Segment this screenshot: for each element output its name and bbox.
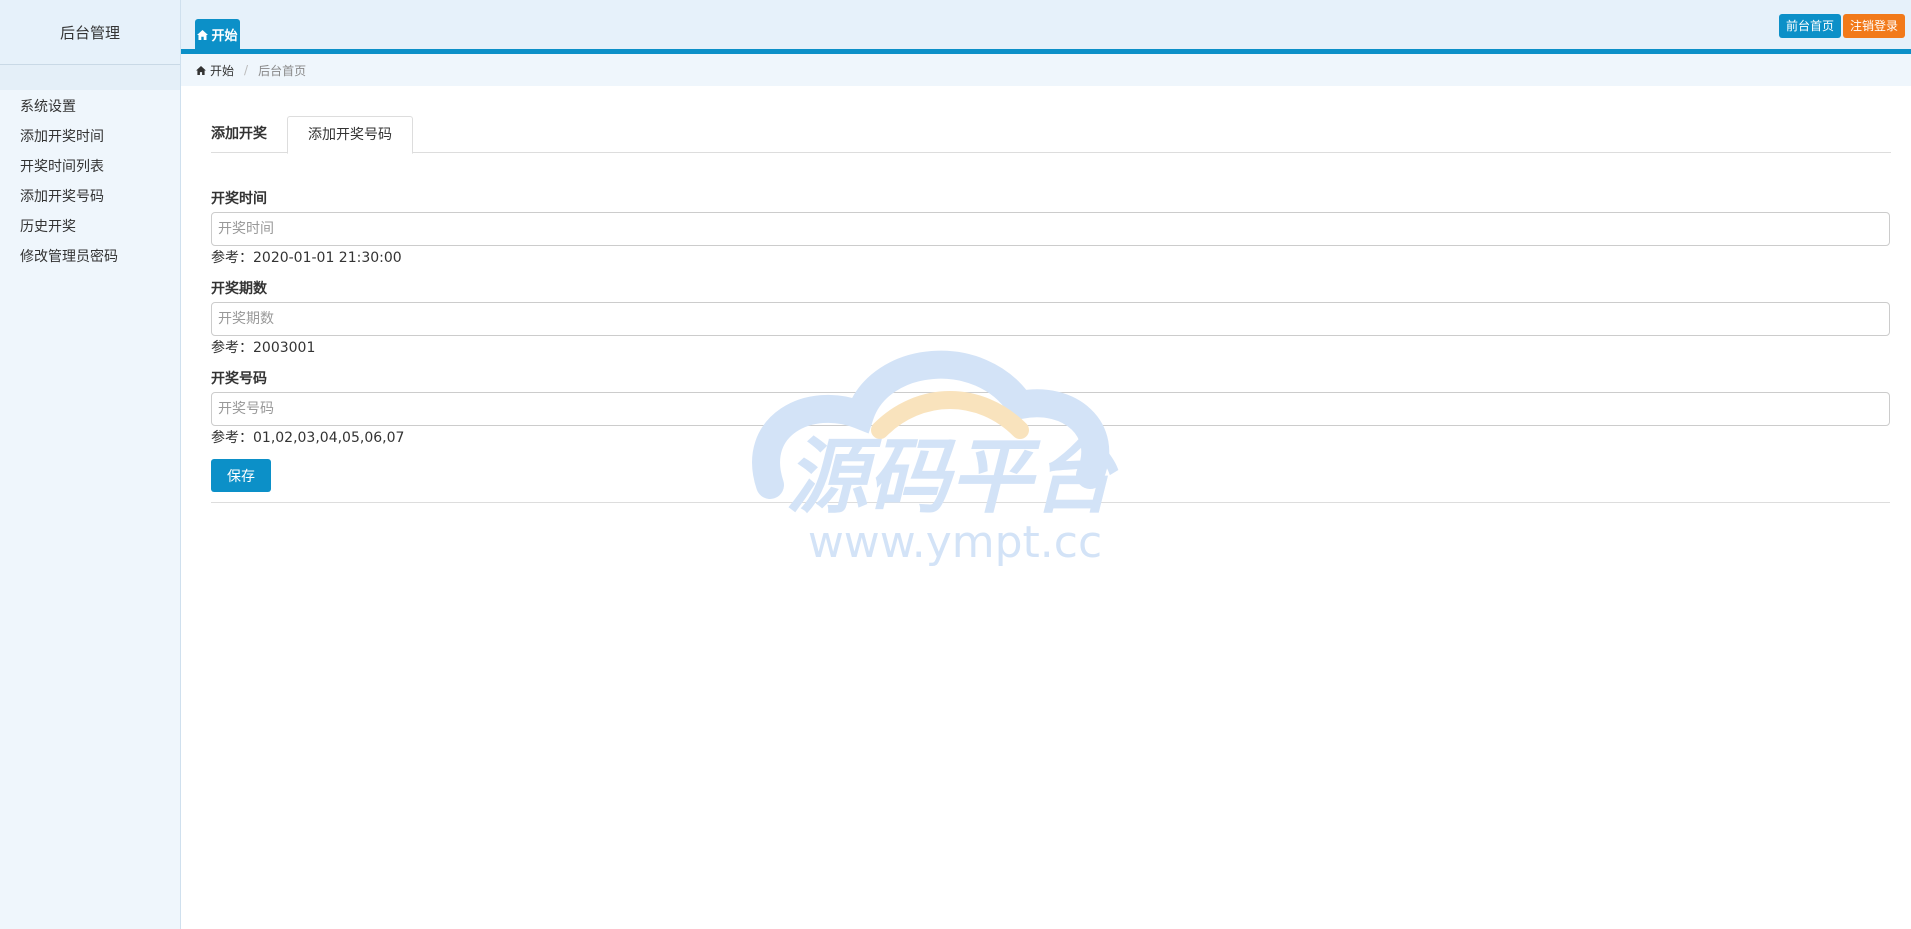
sidebar-item-draw-time-list[interactable]: 开奖时间列表 [0,152,180,182]
top-bar: 开始 前台首页 注销登录 [181,0,1911,54]
home-icon [197,29,209,40]
draw-time-hint: 参考：2020-01-01 21:30:00 [211,250,402,266]
sidebar-item-change-admin-password[interactable]: 修改管理员密码 [0,242,180,272]
breadcrumb-home[interactable]: 开始 [196,62,234,79]
sidebar-item-draw-history[interactable]: 历史开奖 [0,212,180,242]
draw-period-label: 开奖期数 [211,281,267,297]
breadcrumb-current: 后台首页 [258,63,307,78]
tab-add-draw-number[interactable]: 添加开奖号码 [287,116,413,154]
tab-start[interactable]: 开始 [195,19,240,50]
logout-button[interactable]: 注销登录 [1842,14,1905,38]
tab-start-label: 开始 [211,29,238,44]
main-content: 添加开奖 添加开奖号码 开奖时间 参考：2020-01-01 21:30:00 … [211,116,1891,503]
breadcrumb-separator: / [244,63,249,77]
breadcrumb: 开始 / 后台首页 [181,54,1911,86]
front-home-button[interactable]: 前台首页 [1778,14,1841,38]
draw-period-hint: 参考：2003001 [211,340,316,356]
sidebar-item-add-draw-time[interactable]: 添加开奖时间 [0,122,180,152]
home-icon [196,65,206,75]
draw-period-input[interactable] [211,302,1890,336]
draw-number-input[interactable] [211,392,1890,426]
sidebar-spacer [0,65,180,90]
watermark-url: www.ympt.cc [808,517,1102,568]
tab-add-draw[interactable]: 添加开奖 [211,116,267,154]
draw-number-label: 开奖号码 [211,371,267,387]
draw-time-input[interactable] [211,212,1890,246]
draw-number-hint: 参考：01,02,03,04,05,06,07 [211,430,405,446]
sidebar-menu: 系统设置 添加开奖时间 开奖时间列表 添加开奖号码 历史开奖 修改管理员密码 [0,90,180,272]
form-tabs: 添加开奖 添加开奖号码 [211,116,1891,154]
sidebar-item-system-settings[interactable]: 系统设置 [0,92,180,122]
save-button[interactable]: 保存 [211,459,271,492]
breadcrumb-home-label: 开始 [210,63,235,78]
sidebar: 后台管理 系统设置 添加开奖时间 开奖时间列表 添加开奖号码 历史开奖 修改管理… [0,0,181,929]
form-divider [211,502,1890,503]
sidebar-title: 后台管理 [0,0,180,65]
draw-form: 开奖时间 参考：2020-01-01 21:30:00 开奖期数 参考：2003… [211,188,1891,503]
sidebar-item-add-draw-number[interactable]: 添加开奖号码 [0,182,180,212]
draw-time-label: 开奖时间 [211,191,267,207]
